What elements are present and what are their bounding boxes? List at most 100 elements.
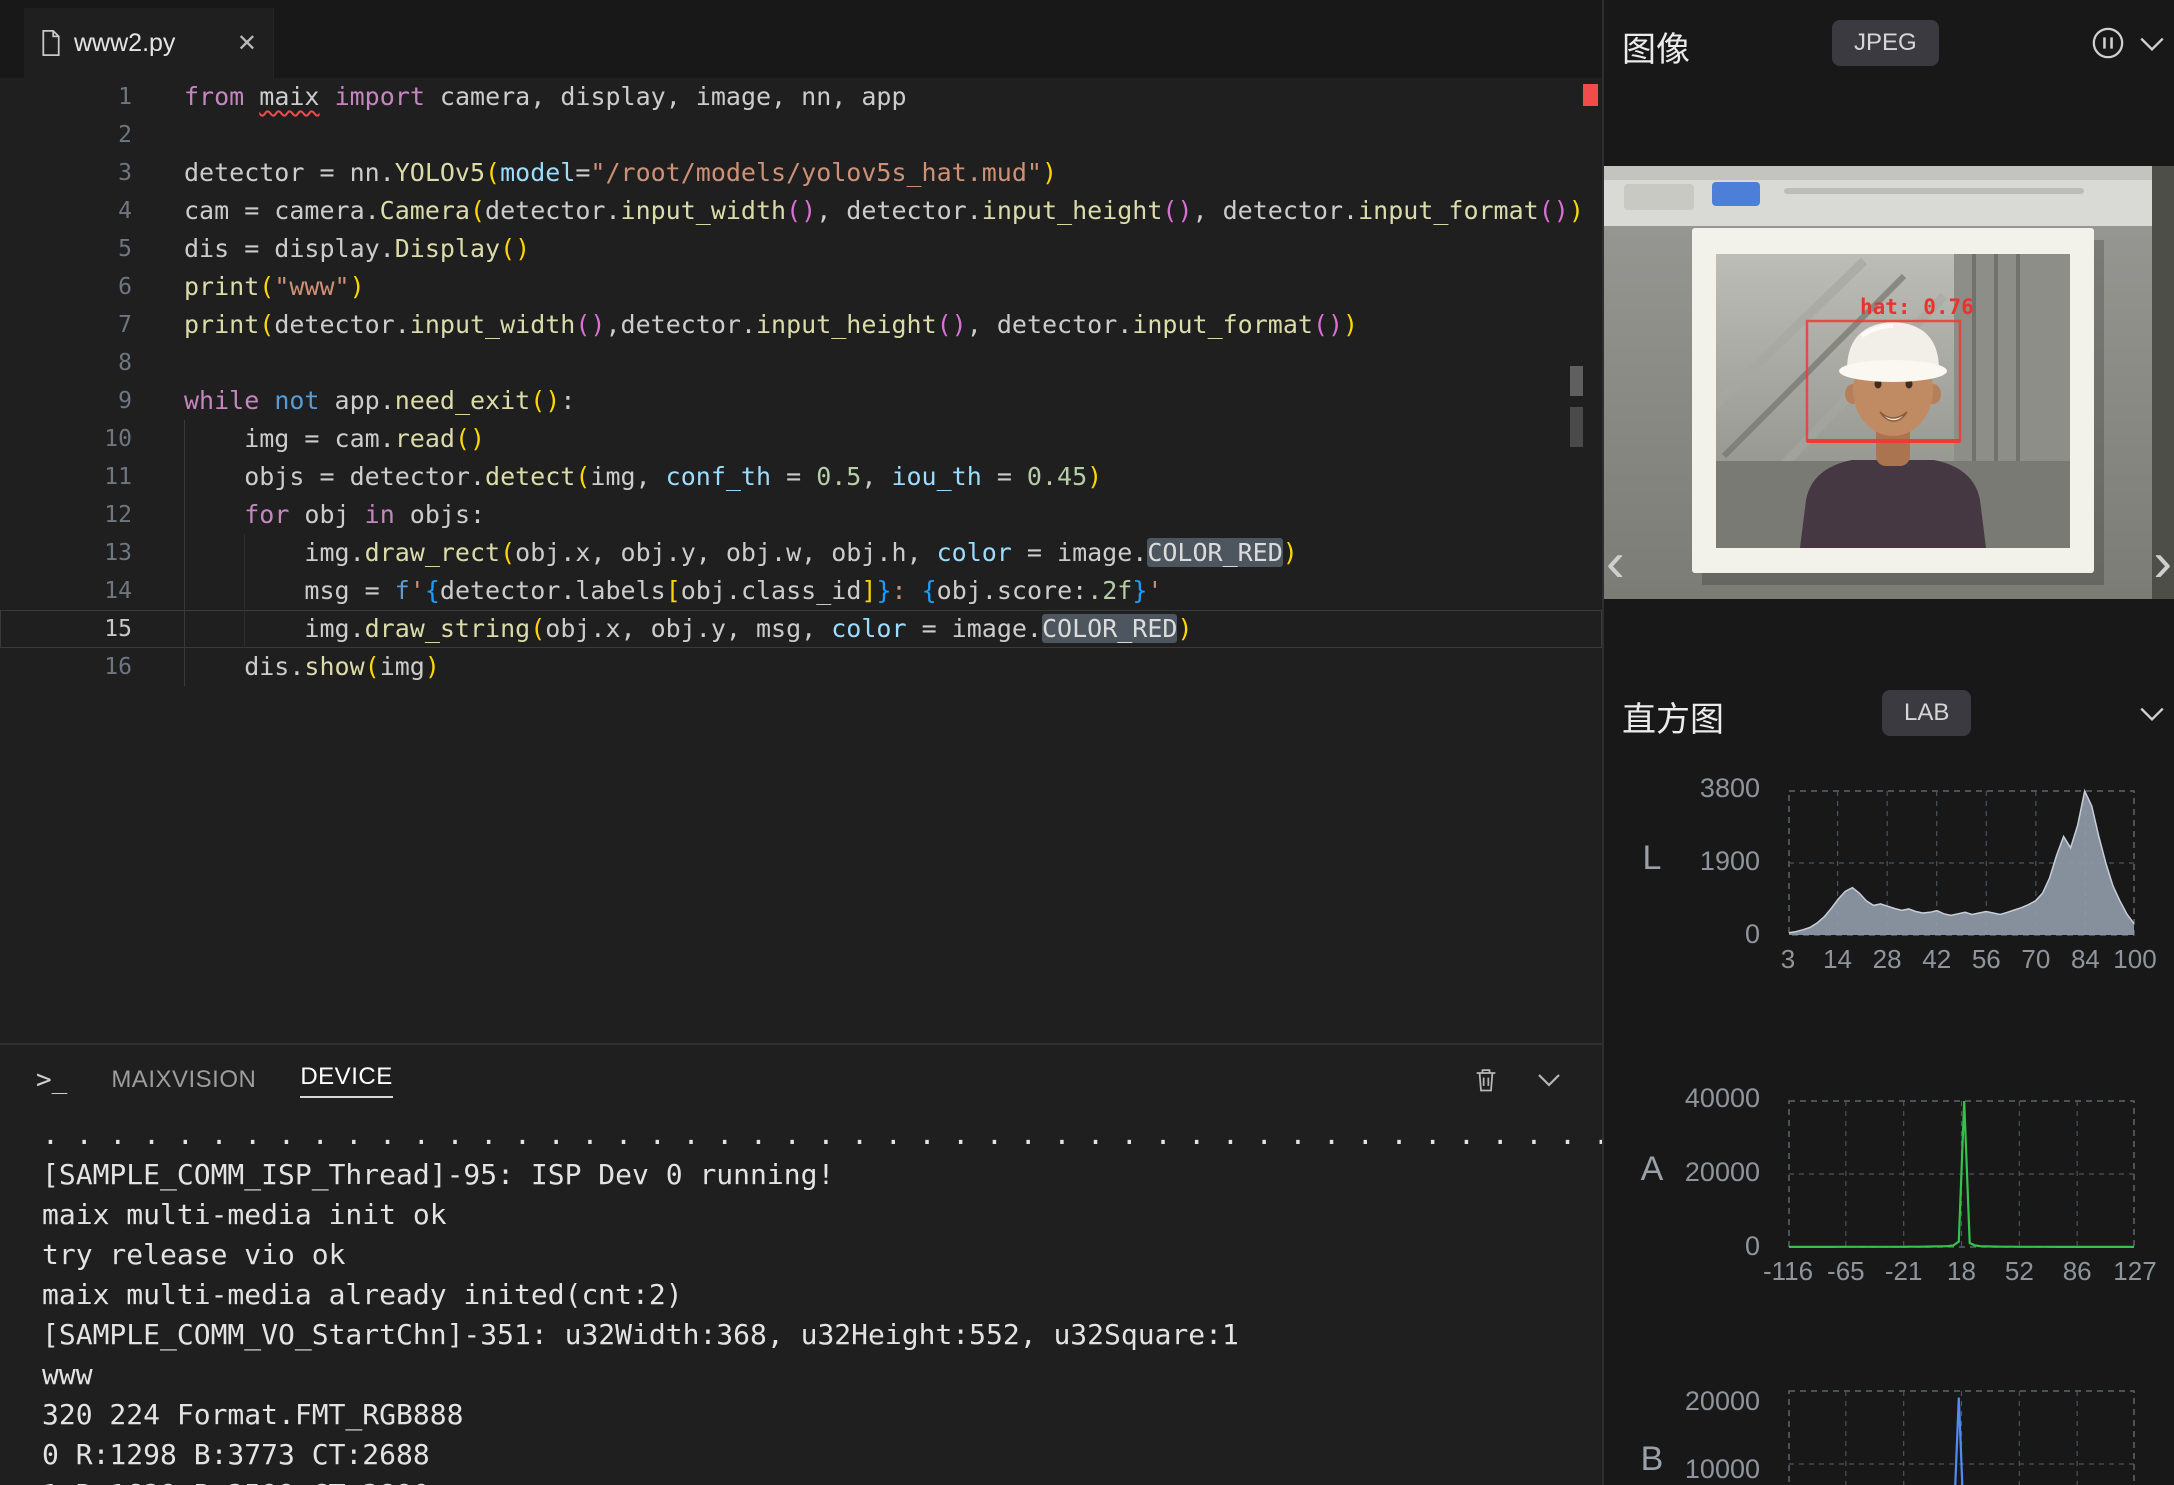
code-text: while not app.need_exit(): — [184, 382, 575, 420]
image-section-chevron-icon[interactable] — [2138, 34, 2166, 54]
terminal-collapse-chevron-icon[interactable] — [1536, 1071, 1562, 1089]
histogram-L — [1788, 790, 2135, 936]
terminal-line: [SAMPLE_COMM_ISP_Thread]-95: ISP Dev 0 r… — [42, 1155, 1602, 1195]
tab-close-icon[interactable]: ✕ — [237, 29, 257, 58]
code-line[interactable]: 3 detector = nn.YOLOv5(model="/root/model… — [0, 154, 1602, 192]
code-line[interactable]: 4 cam = camera.Camera(detector.input_widt… — [0, 192, 1602, 230]
code-line[interactable]: 12 for obj in objs: — [0, 496, 1602, 534]
histogram-section-title: 直方图 — [1622, 692, 1724, 741]
line-number: 5 — [0, 230, 132, 268]
histogram-mode-button[interactable]: LAB — [1882, 690, 1971, 736]
code-line[interactable]: 10 img = cam.read() — [0, 420, 1602, 458]
histogram-B — [1788, 1390, 2135, 1485]
code-text: print("www") — [184, 268, 365, 306]
code-text: from maix import camera, display, image,… — [184, 78, 907, 116]
code-line[interactable]: 9 while not app.need_exit(): — [0, 382, 1602, 420]
line-number: 1 — [0, 78, 132, 116]
line-number: 13 — [0, 534, 132, 572]
code-line[interactable]: 7 print(detector.input_width(),detector.i… — [0, 306, 1602, 344]
tab-maixvision[interactable]: MAIXVISION — [111, 1066, 256, 1094]
line-number: 10 — [0, 420, 132, 458]
histogram-section-chevron-icon[interactable] — [2138, 704, 2166, 724]
line-number: 16 — [0, 648, 132, 686]
code-text: img.draw_string(obj.x, obj.y, msg, color… — [184, 610, 1193, 648]
y-axis-label: 20000 — [1644, 1386, 1760, 1417]
line-number: 7 — [0, 306, 132, 344]
maixvision-window: www2.py ✕ 1 from maix import camera, disp… — [0, 0, 2174, 1485]
x-axis-label: 127 — [2100, 1256, 2170, 1287]
terminal-line: 0 R:1298 B:3773 CT:2688 — [42, 1435, 1602, 1475]
code-line[interactable]: 1 from maix import camera, display, image… — [0, 78, 1602, 116]
channel-label-B: B — [1630, 1440, 1674, 1479]
code-text: dis.show(img) — [184, 648, 440, 686]
pause-stream-icon[interactable] — [2091, 26, 2125, 60]
code-line[interactable]: 15 img.draw_string(obj.x, obj.y, msg, co… — [0, 610, 1602, 648]
terminal-header: >_ MAIXVISION DEVICE — [0, 1045, 1602, 1115]
code-text: detector = nn.YOLOv5(model="/root/models… — [184, 154, 1057, 192]
tab-www2py[interactable]: www2.py ✕ — [24, 8, 274, 78]
y-axis-label: 3800 — [1644, 773, 1760, 804]
terminal-panel: >_ MAIXVISION DEVICE . . . . . . . . . .… — [0, 1043, 1602, 1485]
code-line[interactable]: 11 objs = detector.detect(img, conf_th =… — [0, 458, 1602, 496]
line-number: 14 — [0, 572, 132, 610]
y-axis-label: 0 — [1644, 919, 1760, 950]
error-overview-mark — [1583, 84, 1598, 106]
line-number: 9 — [0, 382, 132, 420]
code-text: print(detector.input_width(),detector.in… — [184, 306, 1358, 344]
image-section-title: 图像 — [1622, 22, 1690, 71]
terminal-output: . . . . . . . . . . . . . . . . . . . . … — [0, 1115, 1602, 1485]
code-line[interactable]: 13 img.draw_rect(obj.x, obj.y, obj.w, ob… — [0, 534, 1602, 572]
line-number: 2 — [0, 116, 132, 154]
channel-label-A: A — [1630, 1150, 1674, 1189]
line-number: 15 — [0, 610, 132, 648]
terminal-line: maix multi-media init ok — [42, 1195, 1602, 1235]
tab-filename: www2.py — [74, 29, 175, 58]
device-panel: 图像 JPEG — [1602, 0, 2174, 1485]
next-frame-arrow[interactable]: › — [2153, 534, 2172, 590]
prev-frame-arrow[interactable]: ‹ — [1606, 534, 1625, 590]
channel-label-L: L — [1630, 839, 1674, 878]
code-text: msg = f'{detector.labels[obj.class_id]}:… — [184, 572, 1162, 610]
scrollbar-mark[interactable] — [1570, 366, 1583, 396]
code-line[interactable]: 6 print("www") — [0, 268, 1602, 306]
line-number: 6 — [0, 268, 132, 306]
line-number: 4 — [0, 192, 132, 230]
code-editor-pane: www2.py ✕ 1 from maix import camera, disp… — [0, 0, 1602, 1043]
terminal-line: [SAMPLE_COMM_VO_StartChn]-351: u32Width:… — [42, 1315, 1602, 1355]
terminal-line: 320 224 Format.FMT_RGB888 — [42, 1395, 1602, 1435]
line-number: 3 — [0, 154, 132, 192]
code-line[interactable]: 8 — [0, 344, 1602, 382]
code-line[interactable]: 14 msg = f'{detector.labels[obj.class_id… — [0, 572, 1602, 610]
code-text: img.draw_rect(obj.x, obj.y, obj.w, obj.h… — [184, 534, 1298, 572]
code-text: dis = display.Display() — [184, 230, 530, 268]
x-axis-label: 100 — [2100, 944, 2170, 975]
code-editor[interactable]: 1 from maix import camera, display, image… — [0, 78, 1602, 1043]
code-text: objs = detector.detect(img, conf_th = 0.… — [184, 458, 1102, 496]
clear-terminal-trash-icon[interactable] — [1472, 1065, 1500, 1095]
image-format-button[interactable]: JPEG — [1832, 20, 1939, 66]
y-axis-label: 40000 — [1644, 1083, 1760, 1114]
histogram-A — [1788, 1100, 2135, 1248]
terminal-prompt-icon: >_ — [36, 1065, 67, 1095]
terminal-line: 1 R:1629 B:2599 CT:3890 — [42, 1475, 1602, 1485]
code-text: img = cam.read() — [184, 420, 485, 458]
camera-frame: hat: 0.76 — [1604, 166, 2174, 599]
code-line[interactable]: 2 — [0, 116, 1602, 154]
indent-guide — [184, 420, 185, 686]
file-icon — [40, 29, 62, 57]
terminal-line: www — [42, 1355, 1602, 1395]
tab-device[interactable]: DEVICE — [300, 1063, 392, 1098]
line-number: 12 — [0, 496, 132, 534]
line-number: 8 — [0, 344, 132, 382]
code-text: cam = camera.Camera(detector.input_width… — [184, 192, 1584, 230]
scrollbar-thumb[interactable] — [1570, 407, 1583, 447]
line-number: 11 — [0, 458, 132, 496]
y-axis-label: 0 — [1644, 1231, 1760, 1262]
code-text: for obj in objs: — [184, 496, 485, 534]
code-line[interactable]: 16 dis.show(img) — [0, 648, 1602, 686]
terminal-line: try release vio ok — [42, 1235, 1602, 1275]
terminal-line: maix multi-media already inited(cnt:2) — [42, 1275, 1602, 1315]
detection-label: hat: 0.76 — [1860, 295, 1974, 319]
indent-guide — [244, 534, 245, 648]
code-line[interactable]: 5 dis = display.Display() — [0, 230, 1602, 268]
